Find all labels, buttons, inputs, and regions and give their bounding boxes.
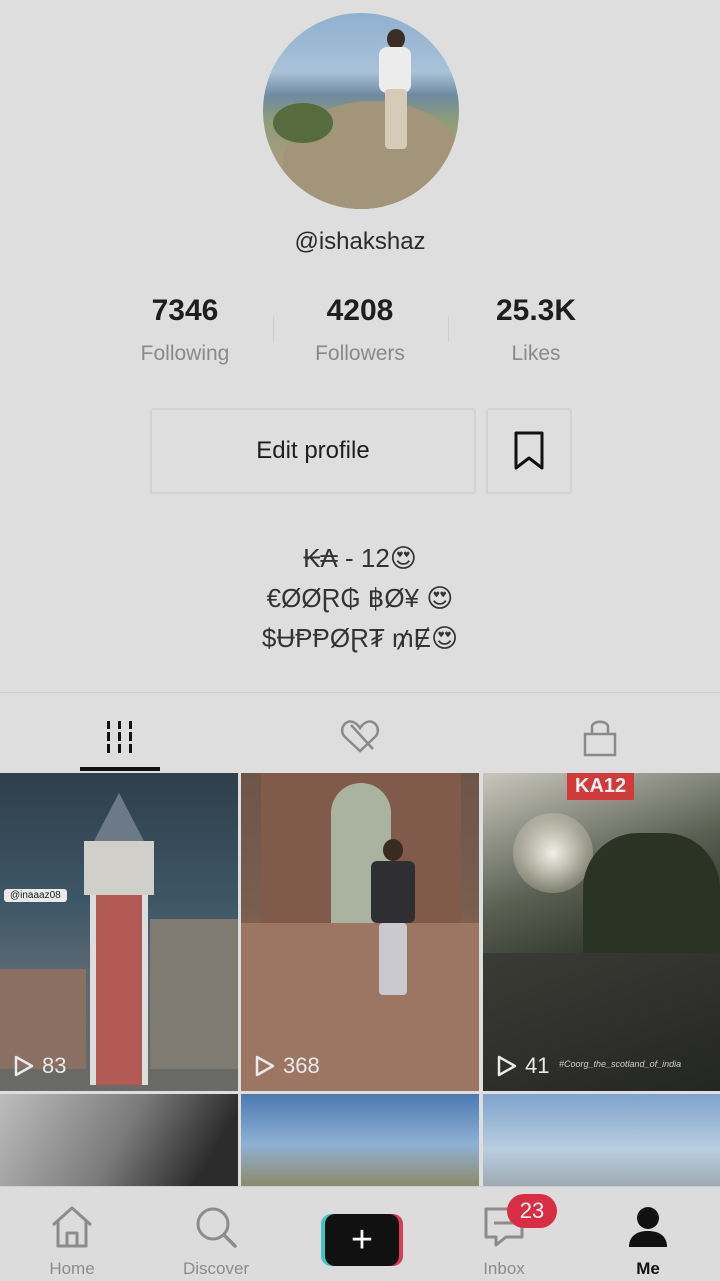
stat-divider — [448, 316, 449, 342]
building — [150, 919, 238, 1069]
stat-followers[interactable]: 4208 Followers — [285, 294, 435, 366]
nav-discover-label: Discover — [182, 1259, 250, 1278]
tabbar-divider — [0, 692, 720, 693]
likes-count: 25.3K — [495, 294, 577, 327]
username: @ishakshaz — [294, 228, 426, 255]
nav-inbox-label: Inbox — [483, 1259, 525, 1278]
view-count: 83 — [14, 1053, 66, 1079]
nav-me-label: Me — [636, 1259, 660, 1278]
plus-icon: + — [325, 1214, 399, 1266]
nav-home[interactable]: Home — [0, 1187, 144, 1281]
active-tab-indicator — [80, 767, 160, 771]
bio-line: ₭₳ - 12😍 — [303, 543, 417, 573]
profile-page: @ishakshaz 7346 Following 4208 Followers… — [0, 0, 720, 1281]
play-icon — [497, 1055, 517, 1077]
bio: ₭₳ - 12😍 €ØØⱤ₲ ฿Ø¥ 😍 $ɄⱣⱣØⱤ₮ ₥Ɇ😍 — [0, 538, 720, 658]
view-count-value: 368 — [283, 1053, 320, 1078]
stat-likes[interactable]: 25.3K Likes — [461, 294, 611, 366]
liked-hidden-icon — [340, 720, 380, 753]
likes-label: Likes — [511, 342, 561, 365]
tab-private[interactable] — [480, 706, 720, 768]
stone-arch — [261, 773, 461, 923]
stat-following[interactable]: 7346 Following — [110, 294, 260, 366]
inbox-badge: 23 — [507, 1194, 557, 1228]
play-icon — [14, 1055, 34, 1077]
followers-count: 4208 — [326, 294, 394, 327]
bookmark-icon — [514, 431, 544, 470]
avatar-person — [375, 29, 415, 149]
view-count-value: 41 — [525, 1053, 550, 1078]
video-thumbnail[interactable] — [241, 1094, 479, 1186]
play-icon — [255, 1055, 275, 1077]
nav-home-label: Home — [49, 1259, 95, 1278]
trees — [583, 833, 720, 973]
video-thumbnail[interactable]: @inaaaz08 83 — [0, 773, 238, 1091]
view-count: 368 — [255, 1053, 320, 1079]
clock-tower — [84, 793, 154, 1085]
video-thumbnail[interactable] — [0, 1094, 238, 1186]
video-thumbnail[interactable]: KA12 #Coorg_the_scotland_of_india 41 — [483, 773, 720, 1091]
bio-line: €ØØⱤ₲ ฿Ø¥ 😍 — [266, 583, 454, 613]
bio-line: $ɄⱣⱣØⱤ₮ ₥Ɇ😍 — [261, 623, 459, 653]
search-icon — [196, 1207, 237, 1248]
instagram-tag: @inaaaz08 — [4, 889, 67, 902]
nav-discover[interactable]: Discover — [144, 1187, 288, 1281]
followers-label: Followers — [315, 342, 405, 365]
tab-videos[interactable] — [0, 706, 240, 768]
lock-icon — [583, 720, 617, 757]
tab-liked[interactable] — [240, 706, 480, 768]
view-count-value: 83 — [42, 1053, 67, 1078]
video-badge: KA12 — [567, 773, 635, 800]
sun-glare — [513, 813, 593, 893]
create-video-button[interactable]: + — [321, 1214, 403, 1266]
video-caption: #Coorg_the_scotland_of_india — [559, 1059, 682, 1069]
edit-profile-button[interactable]: Edit profile — [150, 408, 476, 494]
following-count: 7346 — [151, 294, 219, 327]
view-count: 41 — [497, 1053, 549, 1079]
following-label: Following — [140, 342, 230, 365]
person — [365, 839, 421, 999]
favorites-button[interactable] — [486, 408, 572, 494]
stat-divider — [273, 316, 274, 342]
avatar[interactable] — [263, 13, 459, 209]
nav-me[interactable]: Me — [576, 1187, 720, 1281]
grid-icon — [104, 721, 136, 753]
video-thumbnail[interactable] — [483, 1094, 720, 1186]
avatar-bush — [273, 103, 333, 143]
home-icon — [51, 1206, 93, 1248]
video-thumbnail[interactable]: 368 — [241, 773, 479, 1091]
profile-icon — [629, 1207, 667, 1247]
